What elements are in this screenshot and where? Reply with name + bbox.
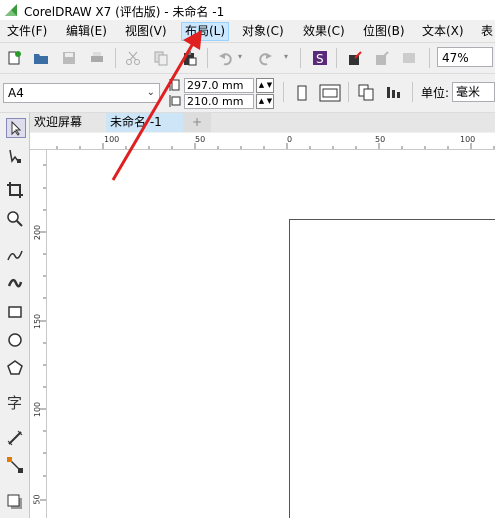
- svg-text:S: S: [316, 52, 324, 66]
- toolbar-separator: [336, 48, 337, 68]
- window-title: CorelDRAW X7 (评估版) - 未命名 -1: [24, 5, 225, 19]
- document-tab-bar: 欢迎屏幕 未命名 -1 +: [30, 113, 495, 132]
- undo-icon[interactable]: [218, 50, 234, 66]
- polygon-tool-icon[interactable]: [6, 359, 24, 377]
- page-size-value: A4: [8, 86, 24, 100]
- drop-shadow-tool-icon[interactable]: [6, 493, 24, 511]
- redo-dropdown-icon[interactable]: ▾: [284, 52, 288, 61]
- zoom-level-field[interactable]: 47%: [437, 47, 493, 67]
- crop-tool-icon[interactable]: [6, 181, 24, 199]
- toolbox: 字: [0, 113, 30, 518]
- connector-tool-icon[interactable]: [6, 456, 24, 474]
- ruler-ticks: [40, 164, 46, 501]
- toolbar-separator: [429, 48, 430, 68]
- pick-tool-icon[interactable]: [6, 118, 26, 138]
- horizontal-ruler[interactable]: 100 50 0 50 100: [30, 133, 495, 150]
- text-tool-icon[interactable]: 字: [6, 393, 24, 411]
- ellipse-tool-icon[interactable]: [6, 331, 24, 349]
- toolbar-separator: [300, 48, 301, 68]
- redo-icon[interactable]: [257, 50, 273, 66]
- property-bar: A4 ⌄ 297.0 mm ▲ ▼ 210.0 mm ▲ ▼ 单位: 毫米: [0, 74, 495, 113]
- rectangle-tool-icon[interactable]: [6, 303, 24, 321]
- page-width-stepper[interactable]: ▲ ▼: [256, 78, 274, 93]
- menu-edit[interactable]: 编辑(E): [63, 23, 110, 40]
- portrait-icon[interactable]: [295, 84, 309, 102]
- freehand-tool-icon[interactable]: [6, 246, 24, 264]
- undo-dropdown-icon[interactable]: ▾: [238, 52, 242, 61]
- menu-effects[interactable]: 效果(C): [300, 23, 348, 40]
- menu-object[interactable]: 对象(C): [239, 23, 287, 40]
- standard-toolbar: ▾ ▾ S 47%: [0, 43, 495, 74]
- landscape-icon[interactable]: [319, 84, 341, 102]
- print-icon[interactable]: [89, 50, 105, 66]
- shape-tool-icon[interactable]: [6, 147, 24, 165]
- save-icon[interactable]: [61, 50, 77, 66]
- coreldraw-logo-icon: [5, 4, 17, 16]
- new-document-icon[interactable]: [6, 50, 22, 66]
- svg-text:字: 字: [7, 394, 22, 411]
- open-folder-icon[interactable]: [33, 50, 49, 66]
- title-bar: CorelDRAW X7 (评估版) - 未命名 -1: [0, 0, 495, 20]
- dimension-tool-icon[interactable]: [6, 429, 24, 447]
- units-select[interactable]: 毫米: [452, 82, 495, 102]
- export-icon[interactable]: [374, 50, 390, 66]
- current-page-icon[interactable]: [385, 83, 403, 101]
- import-icon[interactable]: [347, 50, 363, 66]
- units-label: 单位:: [421, 86, 450, 100]
- zoom-tool-icon[interactable]: [6, 210, 24, 228]
- toolbar-separator: [283, 82, 284, 102]
- menu-bitmap[interactable]: 位图(B): [360, 23, 408, 40]
- menu-bar: 文件(F) 编辑(E) 视图(V) 布局(L) 对象(C) 效果(C) 位图(B…: [0, 20, 495, 43]
- annotation-arrow: [111, 30, 202, 181]
- toolbar-separator: [412, 82, 413, 102]
- artistic-media-icon[interactable]: [6, 274, 24, 292]
- document-page[interactable]: [289, 219, 495, 518]
- export-pdf-icon[interactable]: [401, 50, 417, 66]
- menu-file[interactable]: 文件(F): [4, 23, 50, 40]
- menu-table[interactable]: 表: [478, 23, 495, 40]
- toolbar-separator: [348, 82, 349, 102]
- page-height-stepper[interactable]: ▲ ▼: [256, 94, 274, 109]
- menu-text[interactable]: 文本(X): [419, 23, 467, 40]
- search-content-icon[interactable]: S: [312, 50, 328, 66]
- all-pages-icon[interactable]: [357, 83, 375, 101]
- tab-welcome-screen[interactable]: 欢迎屏幕: [30, 113, 112, 132]
- vertical-ruler[interactable]: 200 150 100 50: [30, 150, 47, 518]
